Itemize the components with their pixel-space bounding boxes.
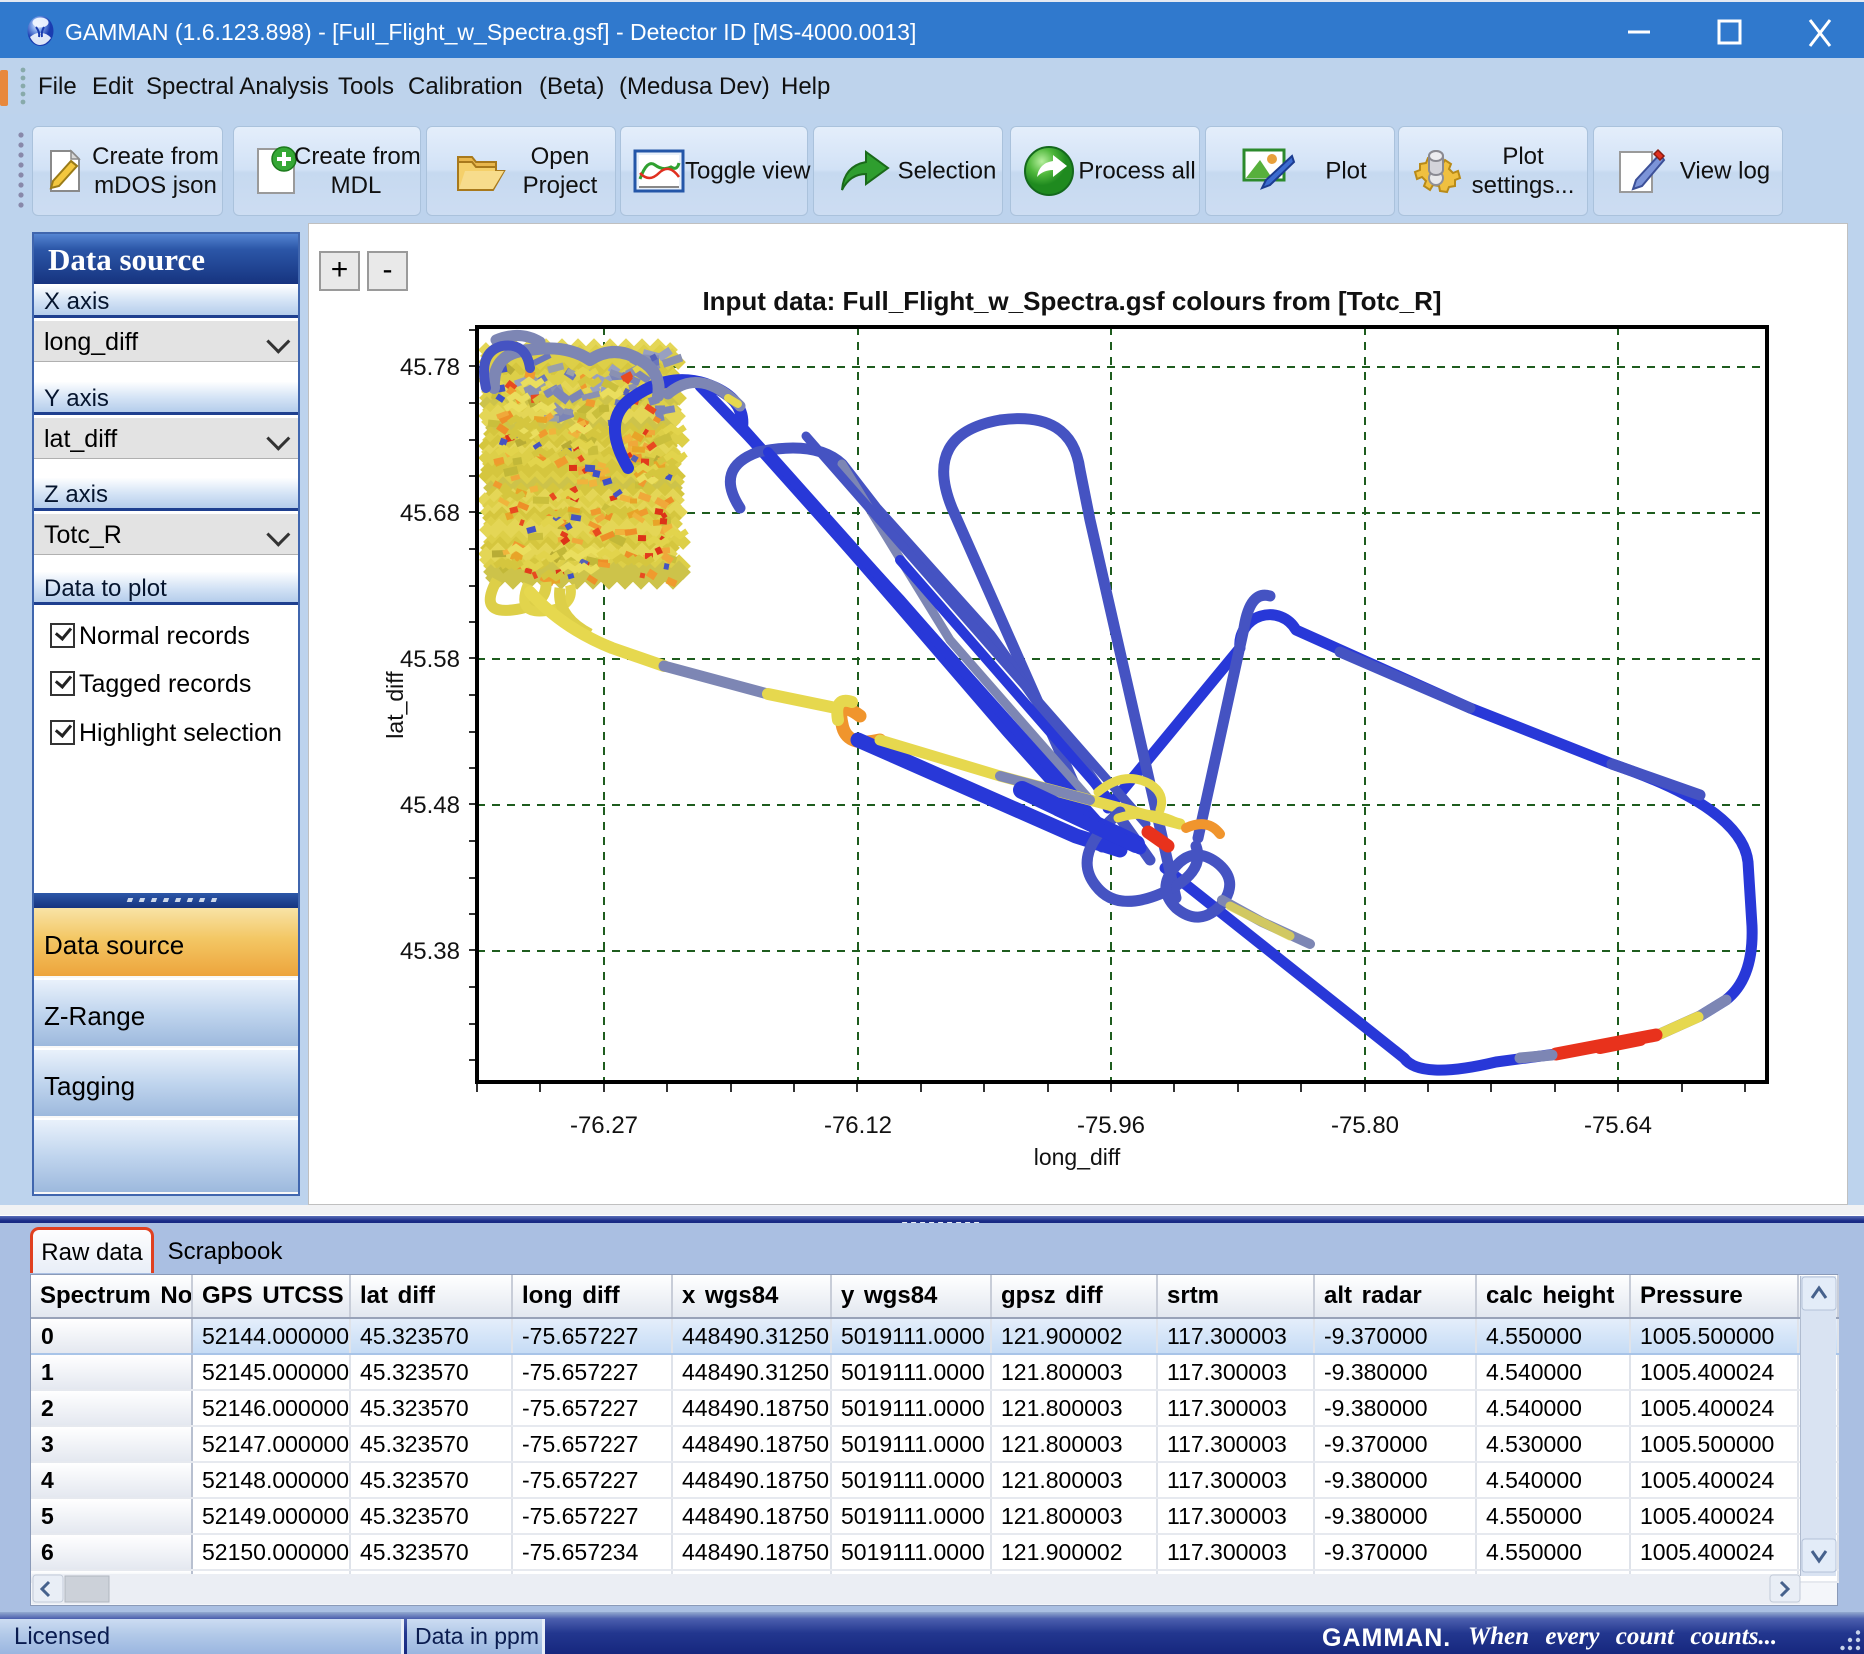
svg-text:-75.96: -75.96: [1077, 1112, 1145, 1139]
svg-text:45.38: 45.38: [400, 938, 460, 965]
svg-text:-76.12: -76.12: [824, 1112, 892, 1139]
svg-text:45.68: 45.68: [400, 500, 460, 527]
svg-text:lat_diff: lat_diff: [382, 671, 408, 739]
svg-text:-75.80: -75.80: [1331, 1112, 1399, 1139]
svg-text:long_diff: long_diff: [1034, 1144, 1121, 1170]
svg-text:45.58: 45.58: [400, 646, 460, 673]
svg-text:-76.27: -76.27: [570, 1112, 638, 1139]
svg-text:-75.64: -75.64: [1584, 1112, 1652, 1139]
svg-text:45.48: 45.48: [400, 792, 460, 819]
svg-text:Input data: Full_Flight_w_Spec: Input data: Full_Flight_w_Spectra.gsf co…: [702, 286, 1441, 316]
svg-text:45.78: 45.78: [400, 354, 460, 381]
